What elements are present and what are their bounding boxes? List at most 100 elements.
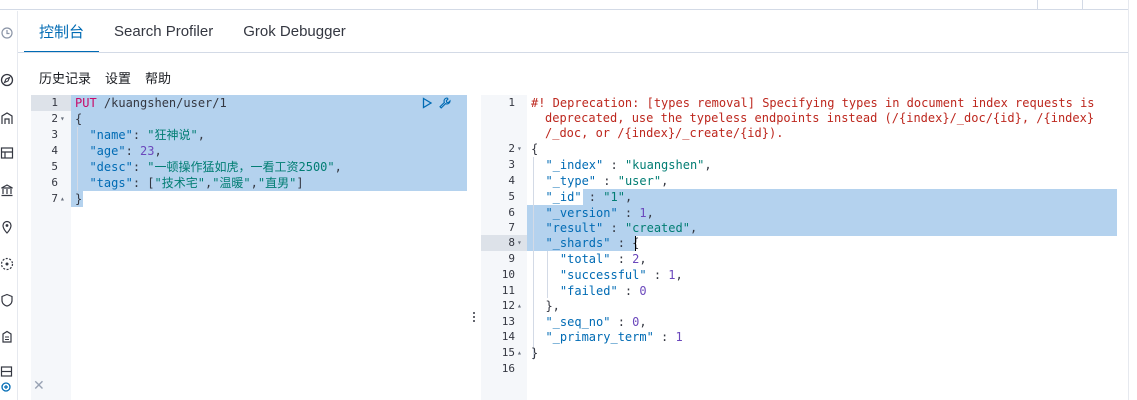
json-key: "tags" [89, 176, 133, 190]
response-editor[interactable]: 1 2 ▾ 3 4 5 6 7 8 ▾ 9 10 11 12 ▴ 13 14 1… [481, 95, 1117, 400]
tab-search-profiler[interactable]: Search Profiler [99, 11, 228, 53]
json-string: "user" [617, 174, 662, 188]
response-code[interactable]: #! Deprecation: [types removal] Specifyi… [527, 95, 1117, 400]
json-number: 23 [140, 144, 155, 158]
line-number: 2 [508, 142, 515, 155]
clock-icon[interactable] [0, 25, 14, 39]
deprecation-warning: #! Deprecation: [types removal] Specifyi… [531, 96, 1095, 110]
json-brace: { [531, 142, 539, 156]
line-number: 10 [501, 268, 515, 281]
line-number: 7 [508, 221, 515, 234]
bank-icon[interactable] [0, 182, 14, 197]
json-key: "total" [559, 252, 611, 266]
line-number: 15 [501, 346, 515, 359]
line-number: 4 [51, 144, 58, 157]
request-editor[interactable]: 1 2 ▾ 3 4 5 6 7 ▴ PUT /kuangshen/user/1 … [31, 95, 467, 400]
line-number: 6 [51, 176, 58, 189]
header-divider [1037, 0, 1038, 10]
json-number: 1 [639, 206, 647, 220]
line-number: 2 [51, 112, 58, 125]
cluster-icon[interactable] [0, 256, 14, 271]
fold-toggle-icon[interactable]: ▾ [517, 235, 522, 251]
json-key: "_primary_term" [545, 330, 654, 344]
line-number: 12 [501, 299, 515, 312]
request-url: /kuangshen/user/1 [96, 96, 227, 110]
line-number: 6 [508, 206, 515, 219]
line-number: 14 [501, 330, 515, 343]
text-cursor [635, 236, 636, 251]
compass-icon[interactable] [0, 72, 14, 87]
http-method: PUT [75, 96, 97, 110]
json-key: "_seq_no" [545, 315, 611, 329]
json-key: "_type" [545, 174, 597, 188]
json-string: "created" [624, 221, 690, 235]
close-icon[interactable]: ✕ [33, 378, 45, 394]
dock-icon[interactable] [0, 378, 14, 392]
deprecation-warning: /_doc, or /{index}/_create/{id}). [545, 126, 784, 140]
json-number: 2 [632, 252, 640, 266]
json-string: "狂神说" [147, 128, 198, 142]
fold-toggle-icon[interactable]: ▴ [517, 345, 522, 361]
panel-resizer[interactable] [470, 310, 478, 324]
dev-tools-tabs: 控制台 Search Profiler Grok Debugger [24, 11, 361, 53]
json-string: "一顿操作猛如虎，一看工资2500" [147, 160, 335, 174]
tab-console[interactable]: 控制台 [24, 11, 100, 53]
help-menu-item[interactable]: 帮助 [145, 68, 171, 87]
request-gutter: 1 2 ▾ 3 4 5 6 7 ▴ [31, 95, 71, 400]
fold-toggle-icon[interactable]: ▾ [517, 141, 522, 157]
fold-toggle-icon[interactable]: ▴ [60, 191, 65, 207]
header-divider [1082, 0, 1083, 10]
fold-toggle-icon[interactable]: ▴ [517, 298, 522, 314]
top-header-strip [0, 0, 1137, 10]
line-number: 11 [501, 284, 515, 297]
settings-menu-item[interactable]: 设置 [105, 68, 131, 87]
fold-toggle-icon[interactable]: ▾ [60, 111, 65, 127]
json-key: "_id" [545, 190, 582, 204]
json-brace: { [75, 112, 83, 126]
wrench-icon[interactable] [438, 95, 452, 109]
response-gutter: 1 2 ▾ 3 4 5 6 7 8 ▾ 9 10 11 12 ▴ 13 14 1… [481, 95, 527, 400]
line-number: 8 [508, 236, 515, 249]
request-code[interactable]: PUT /kuangshen/user/1 { "name": "狂神说", "… [71, 95, 467, 400]
json-key: "failed" [559, 284, 618, 298]
json-key: "age" [89, 144, 126, 158]
line-number: 13 [501, 315, 515, 328]
shield-icon[interactable] [0, 292, 14, 307]
play-icon[interactable] [420, 95, 434, 109]
json-string: "1" [603, 190, 625, 204]
right-scrollbar[interactable] [1128, 0, 1137, 400]
json-key: "result" [545, 221, 604, 235]
line-number: 5 [508, 190, 515, 203]
line-number: 5 [51, 160, 58, 173]
json-key: "_index" [545, 158, 604, 172]
line-number: 16 [501, 362, 515, 375]
map-pin-icon[interactable] [0, 219, 14, 234]
line-number: 3 [508, 158, 515, 171]
line-number: 1 [51, 96, 58, 109]
json-string: "温暖" [212, 176, 251, 190]
deprecation-warning: deprecated, use the typeless endpoints i… [545, 111, 1095, 125]
json-number: 1 [668, 268, 676, 282]
json-string: "技术宅" [154, 176, 205, 190]
console-menu: 历史记录 设置 帮助 [39, 68, 171, 87]
line-number: 3 [51, 128, 58, 141]
json-string: "kuangshen" [624, 158, 705, 172]
json-key: "_shards" [545, 236, 611, 250]
json-key: "name" [89, 128, 133, 142]
json-brace: } [531, 346, 539, 360]
json-brace: }, [545, 299, 560, 313]
json-brace: } [75, 192, 83, 206]
response-selection [583, 189, 1117, 205]
security-icon[interactable] [0, 329, 14, 343]
tab-grok-debugger[interactable]: Grok Debugger [228, 11, 361, 53]
json-number: 1 [675, 330, 683, 344]
json-key: "_version" [545, 206, 618, 220]
left-nav [0, 11, 18, 400]
json-key: "desc" [89, 160, 133, 174]
dashboard-icon[interactable] [0, 145, 14, 159]
grid-icon[interactable] [0, 364, 14, 378]
building-icon[interactable] [0, 110, 14, 124]
line-number: 4 [508, 174, 515, 187]
history-menu-item[interactable]: 历史记录 [39, 68, 91, 87]
line-number: 1 [508, 96, 515, 109]
